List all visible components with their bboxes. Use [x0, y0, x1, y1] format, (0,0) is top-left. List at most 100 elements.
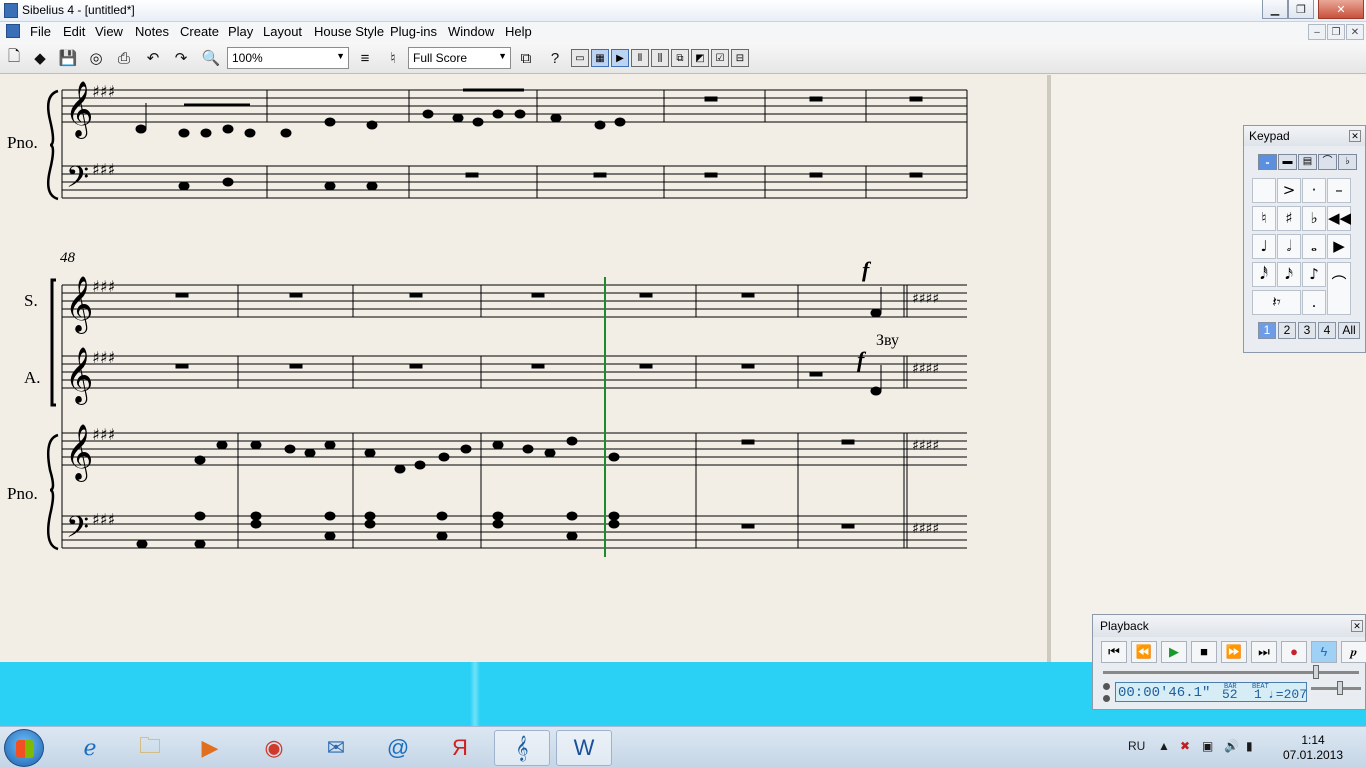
- position-slider[interactable]: [1103, 671, 1359, 674]
- keypad-tab-beams[interactable]: ▤: [1298, 154, 1317, 170]
- signal-icon[interactable]: ▮: [1246, 739, 1253, 753]
- menu-layout[interactable]: Layout: [263, 24, 302, 39]
- device-icon[interactable]: ▣: [1202, 739, 1213, 753]
- key-tie[interactable]: ⌒: [1327, 262, 1351, 315]
- help-icon[interactable]: ?: [545, 48, 565, 68]
- media-player-icon[interactable]: ▶: [182, 730, 238, 766]
- open-file-icon[interactable]: ◆: [30, 48, 50, 68]
- system-clock[interactable]: 1:14 07.01.2013: [1280, 733, 1346, 763]
- word-task-icon[interactable]: W: [556, 730, 612, 766]
- playback-close-icon[interactable]: ✕: [1351, 620, 1363, 632]
- video-icon[interactable]: ◩: [691, 49, 709, 67]
- keypad-tab-more-notes[interactable]: ▬: [1278, 154, 1297, 170]
- keypad-layout-3[interactable]: 3: [1298, 322, 1316, 339]
- menu-play[interactable]: Play: [228, 24, 253, 39]
- keypad-tab-articulations[interactable]: ⌒: [1318, 154, 1337, 170]
- menu-edit[interactable]: Edit: [63, 24, 85, 39]
- at-sign-icon[interactable]: @: [370, 730, 426, 766]
- menu-notes[interactable]: Notes: [135, 24, 169, 39]
- menu-file[interactable]: File: [30, 24, 51, 39]
- mixer-icon[interactable]: ⫴: [631, 49, 649, 67]
- keypad-layout-1[interactable]: 1: [1258, 322, 1276, 339]
- cd-icon[interactable]: ◎: [86, 48, 106, 68]
- mail-icon[interactable]: ✉: [308, 730, 364, 766]
- start-button[interactable]: [4, 729, 44, 767]
- key-sharp[interactable]: ♯: [1277, 206, 1301, 231]
- keyboard-icon[interactable]: ⫼: [651, 49, 669, 67]
- zoom-select[interactable]: 100% ▼: [227, 47, 349, 69]
- key-blank[interactable]: [1252, 178, 1276, 203]
- lines-icon[interactable]: ≡: [355, 48, 375, 68]
- keypad-close-icon[interactable]: ✕: [1349, 130, 1361, 142]
- score-area[interactable]: Pno. S. A. Pno. 48 f f Зву 𝄞 𝄢 ♯♯♯ ♯♯♯ 𝄞…: [0, 75, 1047, 662]
- key-16th-note[interactable]: 𝅘𝅥𝅯: [1277, 262, 1301, 287]
- key-whole-note[interactable]: 𝅝: [1302, 234, 1326, 259]
- language-indicator[interactable]: RU: [1128, 739, 1145, 753]
- document-icon[interactable]: [6, 24, 20, 38]
- print-icon[interactable]: ⎙: [114, 48, 134, 68]
- key-natural[interactable]: ♮: [1252, 206, 1276, 231]
- keypad-layout-4[interactable]: 4: [1318, 322, 1336, 339]
- show-hidden-icons-icon[interactable]: ▲: [1158, 739, 1170, 753]
- close-button[interactable]: ✕: [1318, 0, 1364, 19]
- menu-view[interactable]: View: [95, 24, 123, 39]
- key-dot[interactable]: .: [1302, 290, 1326, 315]
- go-to-end-icon[interactable]: ⏭: [1251, 641, 1277, 663]
- keypad-icon[interactable]: ▦: [591, 49, 609, 67]
- key-half-note[interactable]: 𝅗𝅥: [1277, 234, 1301, 259]
- doc-close-button[interactable]: ✕: [1346, 24, 1364, 40]
- tempo-slider-thumb[interactable]: [1337, 681, 1343, 695]
- menu-window[interactable]: Window: [448, 24, 494, 39]
- espressivo-icon[interactable]: 𝆏: [1341, 641, 1366, 663]
- new-file-icon[interactable]: 🗋: [4, 48, 24, 68]
- minimize-button[interactable]: ▁: [1262, 0, 1288, 19]
- save-icon[interactable]: 💾: [58, 48, 78, 68]
- navigator-icon[interactable]: ▭: [571, 49, 589, 67]
- properties-icon[interactable]: ☑: [711, 49, 729, 67]
- key-flat[interactable]: ♭: [1302, 206, 1326, 231]
- key-play-icon[interactable]: ▶: [1327, 234, 1351, 259]
- doc-restore-button[interactable]: ❐: [1327, 24, 1345, 40]
- keypad-layout-2[interactable]: 2: [1278, 322, 1296, 339]
- key-8th-note[interactable]: ♪: [1302, 262, 1326, 287]
- layout-icon[interactable]: ⊟: [731, 49, 749, 67]
- sibelius-task-icon[interactable]: 𝄞: [494, 730, 550, 766]
- key-tenuto[interactable]: –: [1327, 178, 1351, 203]
- fast-forward-icon[interactable]: ⏩: [1221, 641, 1247, 663]
- maximize-button[interactable]: ❐: [1288, 0, 1314, 19]
- yandex-icon[interactable]: Я: [432, 730, 488, 766]
- part-select[interactable]: Full Score ▼: [408, 47, 511, 69]
- transpose-icon[interactable]: ♮: [383, 48, 403, 68]
- internet-explorer-icon[interactable]: ℯ: [62, 730, 118, 766]
- position-slider-thumb[interactable]: [1313, 665, 1319, 679]
- key-rewind-icon[interactable]: ◀◀: [1327, 206, 1351, 231]
- parts-icon[interactable]: ⧉: [516, 48, 536, 68]
- stop-icon[interactable]: ■: [1191, 641, 1217, 663]
- folder-icon[interactable]: 🗀: [122, 730, 178, 766]
- chrome-icon[interactable]: ◉: [246, 730, 302, 766]
- keypad-tab-accidentals[interactable]: ♭: [1338, 154, 1357, 170]
- keypad-tab-notes[interactable]: 𝅝: [1258, 154, 1277, 170]
- playback-icon[interactable]: ▶: [611, 49, 629, 67]
- windows-icon[interactable]: ⧉: [671, 49, 689, 67]
- key-32nd-note[interactable]: 𝅘𝅥𝅰: [1252, 262, 1276, 287]
- score-notation[interactable]: 𝄞 𝄢 ♯♯♯ ♯♯♯ 𝄞 𝄞 𝄞 𝄢 ♯♯♯ ♯♯♯ ♯♯♯ ♯♯♯ ♯♯♯♯…: [0, 75, 1047, 662]
- menu-help[interactable]: Help: [505, 24, 532, 39]
- record-icon[interactable]: ●: [1281, 641, 1307, 663]
- live-tempo-icon[interactable]: ϟ: [1311, 641, 1337, 663]
- rewind-icon[interactable]: ⏪: [1131, 641, 1157, 663]
- menu-house-style[interactable]: House Style: [314, 24, 384, 39]
- undo-icon[interactable]: ↶: [143, 48, 163, 68]
- redo-icon[interactable]: ↷: [171, 48, 191, 68]
- doc-minimize-button[interactable]: –: [1308, 24, 1326, 40]
- zoom-icon[interactable]: 🔍: [201, 48, 221, 68]
- key-accent[interactable]: >: [1277, 178, 1301, 203]
- tempo-slider[interactable]: [1311, 687, 1361, 690]
- menu-plug-ins[interactable]: Plug-ins: [390, 24, 437, 39]
- network-icon[interactable]: ✖: [1180, 739, 1190, 753]
- keypad-layout-all[interactable]: All: [1338, 322, 1360, 339]
- key-quarter-note[interactable]: ♩: [1252, 234, 1276, 259]
- menu-create[interactable]: Create: [180, 24, 219, 39]
- play-icon[interactable]: ▶: [1161, 641, 1187, 663]
- key-staccato[interactable]: ·: [1302, 178, 1326, 203]
